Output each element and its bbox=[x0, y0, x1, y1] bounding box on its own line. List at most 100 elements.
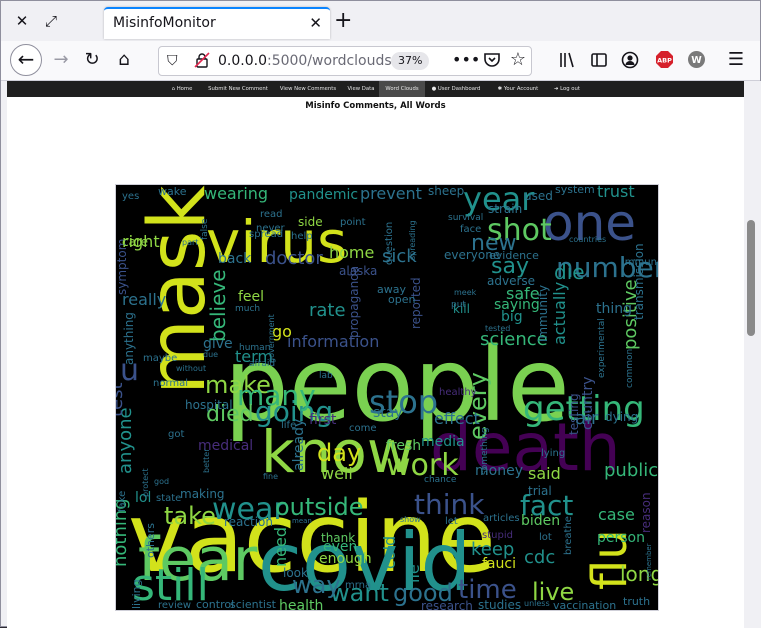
word-cloud-word: lot bbox=[539, 532, 552, 543]
star-icon[interactable]: ☆ bbox=[507, 49, 529, 71]
word-cloud-word: information bbox=[287, 332, 379, 351]
site-nav-word-clouds[interactable]: Word Clouds bbox=[379, 81, 425, 97]
close-icon[interactable]: ✕ bbox=[309, 14, 322, 32]
word-cloud-word: better bbox=[202, 448, 211, 473]
word-cloud-word: strain bbox=[488, 202, 522, 216]
word-cloud-word: trial bbox=[528, 484, 552, 498]
word-cloud-word: country bbox=[580, 376, 596, 430]
word-cloud-word: protect bbox=[141, 468, 150, 497]
word-cloud-word: fauci bbox=[482, 556, 516, 572]
word-cloud-word: feel bbox=[238, 289, 264, 305]
library-icon[interactable] bbox=[556, 49, 578, 71]
word-cloud-word: question bbox=[384, 222, 395, 265]
word-cloud-word: thank bbox=[321, 531, 355, 545]
word-cloud-word: immune bbox=[622, 257, 658, 268]
forward-arrow-icon[interactable]: → bbox=[50, 49, 72, 71]
site-nav-label: View Data bbox=[347, 86, 375, 92]
site-nav-label: User Dashboard bbox=[437, 86, 481, 92]
word-cloud-word: control bbox=[196, 598, 234, 610]
scrollbar[interactable] bbox=[744, 81, 761, 628]
site-nav-label: Your Account bbox=[503, 86, 539, 92]
word-cloud-word: never bbox=[256, 223, 286, 234]
url-text: 0.0.0.0:5000/wordclouds bbox=[218, 53, 392, 69]
shield-icon[interactable]: ⛉ bbox=[167, 53, 178, 69]
word-cloud-word: media bbox=[421, 434, 465, 450]
word-cloud-word: said bbox=[528, 464, 561, 483]
scrollbar-thumb[interactable] bbox=[747, 220, 755, 336]
word-cloud-word: point bbox=[340, 217, 366, 228]
word-cloud-word: lie bbox=[404, 564, 423, 583]
word-cloud-word: state bbox=[156, 493, 181, 504]
account-icon[interactable] bbox=[619, 49, 641, 71]
word-cloud-word: die bbox=[554, 260, 585, 284]
home-icon[interactable]: ⌂ bbox=[113, 49, 135, 71]
reload-icon[interactable]: ↻ bbox=[81, 49, 103, 71]
site-navbar: ⌂ Home Submit New Comment View New Comment… bbox=[7, 81, 744, 97]
word-cloud-word: actually bbox=[550, 282, 569, 345]
word-cloud-word: pandemic bbox=[289, 187, 358, 203]
word-cloud-word: case bbox=[598, 505, 635, 524]
word-cloud-word: spreading bbox=[408, 220, 417, 260]
site-nav-log-out[interactable]: ➜ Log out bbox=[549, 81, 585, 97]
page-content: ⌂ Home Submit New Comment View New Comment… bbox=[7, 81, 744, 628]
plus-icon[interactable]: + bbox=[334, 10, 352, 32]
word-cloud-word: stupid bbox=[482, 530, 513, 541]
adblock-icon[interactable]: ABP bbox=[653, 49, 675, 71]
word-cloud-word: evidence bbox=[489, 249, 539, 262]
word-cloud-word: due bbox=[203, 350, 218, 359]
word-cloud-word: fine bbox=[263, 472, 278, 481]
word-cloud-word: hospital bbox=[185, 398, 233, 412]
sidebar-icon[interactable] bbox=[588, 49, 610, 71]
word-cloud-word: much bbox=[235, 304, 260, 314]
word-cloud-word: got bbox=[168, 429, 184, 440]
site-nav-home[interactable]: ⌂ Home bbox=[169, 81, 195, 97]
word-cloud-word: health bbox=[279, 598, 323, 610]
word-cloud-word: lying bbox=[541, 448, 565, 459]
tab-misinfomonitor[interactable]: MisinfoMonitor ✕ bbox=[104, 7, 330, 39]
word-cloud-word: research bbox=[421, 599, 473, 610]
word-cloud-word: thing bbox=[596, 301, 632, 317]
word-cloud-word: without bbox=[176, 364, 206, 373]
word-cloud-word: put bbox=[451, 300, 466, 310]
site-nav-your-account[interactable]: ✱ Your Account bbox=[494, 81, 542, 97]
word-cloud-word: common bbox=[625, 349, 635, 388]
extension-w-icon[interactable]: W bbox=[685, 49, 707, 71]
word-cloud-word: person bbox=[597, 530, 645, 546]
site-nav-submit-new-comment[interactable]: Submit New Comment bbox=[207, 81, 269, 97]
restore-icon[interactable]: ⤢ bbox=[41, 11, 61, 31]
word-cloud-word: look bbox=[283, 566, 308, 580]
word-cloud-word: yes bbox=[122, 191, 139, 202]
zoom-level[interactable]: 37% bbox=[391, 52, 430, 70]
word-cloud-word: cdc bbox=[524, 547, 555, 568]
more-dots-icon[interactable]: ••• bbox=[452, 49, 480, 71]
back-arrow-icon[interactable]: ← bbox=[10, 44, 42, 76]
site-nav-user-dashboard[interactable]: ● User Dashboard bbox=[427, 81, 485, 97]
word-cloud-word: fresh bbox=[386, 438, 421, 454]
site-nav-label: Submit New Comment bbox=[208, 86, 268, 92]
word-cloud-word: read bbox=[260, 209, 283, 220]
insecure-lock-icon[interactable] bbox=[194, 52, 210, 68]
word-cloud-word: tested bbox=[485, 324, 510, 333]
word-cloud-word: living bbox=[130, 579, 143, 609]
word-cloud-word: fake bbox=[117, 491, 128, 512]
word-cloud-word: care bbox=[122, 235, 148, 249]
word-cloud-word: face bbox=[460, 224, 481, 235]
word-cloud-word: making bbox=[180, 487, 225, 501]
word-cloud-word: review bbox=[158, 600, 191, 610]
site-nav-label: Home bbox=[176, 86, 193, 92]
word-cloud-word: truth bbox=[623, 595, 650, 608]
word-cloud-word: chance bbox=[424, 475, 457, 485]
word-cloud-word: experimental bbox=[597, 318, 607, 378]
hamburger-menu-icon[interactable]: ☰ bbox=[725, 49, 747, 71]
close-icon[interactable]: ✕ bbox=[12, 11, 32, 31]
site-nav-label: Log out bbox=[560, 86, 580, 92]
pocket-icon[interactable] bbox=[481, 49, 503, 71]
site-nav-view-data[interactable]: View Data bbox=[346, 81, 376, 97]
browser-window: ✕ ⤢ MisinfoMonitor ✕ + ← → ↻ ⌂ ⛉ 0.0.0.0… bbox=[0, 0, 761, 628]
site-nav-view-new-comments[interactable]: View New Comments bbox=[277, 81, 339, 97]
word-cloud-word: believe bbox=[206, 269, 230, 342]
word-cloud-word: testing bbox=[567, 393, 581, 435]
word-cloud-word: side bbox=[298, 215, 323, 229]
word-cloud-word: studies bbox=[478, 598, 521, 610]
word-cloud-word: alaska bbox=[339, 264, 377, 278]
